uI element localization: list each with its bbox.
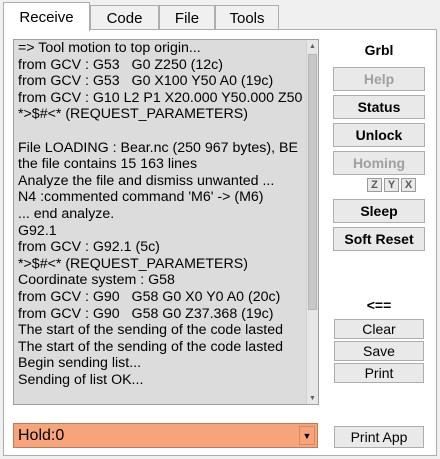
tab-code[interactable]: Code bbox=[90, 5, 159, 30]
log-line: Begin sending list... bbox=[18, 355, 142, 372]
axis-x-button[interactable]: X bbox=[401, 178, 416, 192]
axis-y-button[interactable]: Y bbox=[384, 178, 399, 192]
scroll-thumb[interactable] bbox=[308, 54, 317, 310]
log-line: from GCV : G53 G0 Z250 (12c) bbox=[18, 56, 223, 73]
log-line: from GCV : G90 G58 G0 Z37.368 (19c) bbox=[18, 305, 274, 322]
log-line: from GCV : G90 G58 G0 X0 Y0 A0 (20c) bbox=[18, 288, 281, 305]
unlock-button[interactable]: Unlock bbox=[333, 123, 425, 147]
log-line: N4 :commented command 'M6' -> (M6) bbox=[18, 189, 264, 206]
tab-file[interactable]: File bbox=[159, 5, 215, 30]
tab-receive[interactable]: Receive bbox=[3, 2, 90, 31]
receive-log[interactable]: => Tool motion to top origin... from GCV … bbox=[13, 39, 319, 405]
help-button[interactable]: Help bbox=[333, 67, 425, 91]
chevron-down-icon[interactable]: ▼ bbox=[299, 426, 315, 445]
log-line: Sending of list OK... bbox=[18, 371, 144, 388]
tab-tools[interactable]: Tools bbox=[215, 5, 279, 30]
arrow-indicator: <== bbox=[366, 297, 392, 313]
log-scrollbar[interactable]: ▲ ▼ bbox=[306, 40, 318, 404]
clear-button[interactable]: Clear bbox=[334, 319, 424, 339]
print-app-button[interactable]: Print App bbox=[334, 426, 424, 448]
log-line: Coordinate system : G58 bbox=[18, 272, 175, 289]
save-button[interactable]: Save bbox=[334, 341, 424, 361]
grbl-title: Grbl bbox=[364, 42, 394, 58]
hold-value: Hold:0 bbox=[18, 427, 65, 444]
log-line: from GCV : G53 G0 X100 Y50 A0 (19c) bbox=[18, 73, 274, 90]
log-line: *>$#<* (REQUEST_PARAMETERS) bbox=[18, 106, 248, 123]
log-line: File LOADING : Bear.nc (250 967 bytes), … bbox=[18, 139, 298, 156]
scroll-up-icon[interactable]: ▲ bbox=[307, 40, 318, 52]
log-line: from GCV : G92.1 (5c) bbox=[18, 239, 160, 256]
axis-z-button[interactable]: Z bbox=[367, 178, 382, 192]
homing-button[interactable]: Homing bbox=[333, 151, 425, 175]
sleep-button[interactable]: Sleep bbox=[333, 199, 425, 223]
soft-reset-button[interactable]: Soft Reset bbox=[333, 227, 425, 251]
print-button[interactable]: Print bbox=[334, 363, 424, 383]
axis-selector: Z Y X bbox=[367, 178, 416, 192]
status-button[interactable]: Status bbox=[333, 95, 425, 119]
log-line: from GCV : G10 L2 P1 X20.000 Y50.000 Z50 bbox=[18, 89, 303, 106]
log-line: Analyze the file and dismiss unwanted ..… bbox=[18, 172, 275, 189]
log-line: => Tool motion to top origin... bbox=[18, 40, 201, 56]
log-line: *>$#<* (REQUEST_PARAMETERS) bbox=[18, 255, 248, 272]
log-line: The start of the sending of the code las… bbox=[18, 322, 284, 339]
scroll-down-icon[interactable]: ▼ bbox=[307, 392, 318, 404]
log-line: ... end analyze. bbox=[18, 205, 115, 222]
log-line: the file contains 15 163 lines bbox=[18, 156, 198, 173]
log-line: The start of the sending of the code las… bbox=[18, 338, 284, 355]
log-text: => Tool motion to top origin... from GCV … bbox=[18, 40, 304, 404]
tab-bar: Receive Code File Tools bbox=[3, 2, 437, 31]
hold-select[interactable]: Hold:0 ▼ bbox=[13, 423, 318, 448]
log-line: G92.1 bbox=[18, 222, 57, 239]
